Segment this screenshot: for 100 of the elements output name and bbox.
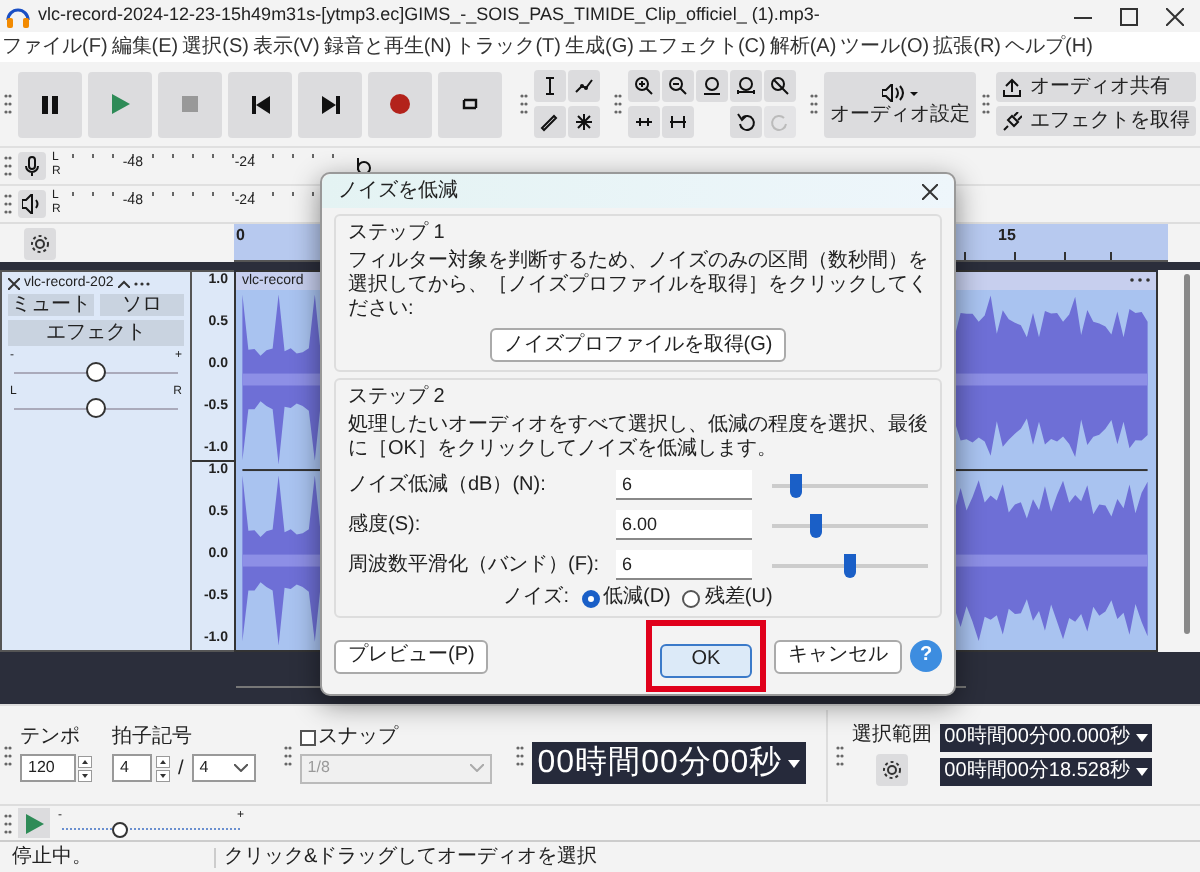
time-display[interactable]: 00時間00分00秒 <box>531 742 807 784</box>
record-button[interactable] <box>368 71 432 137</box>
caret-icon <box>1136 768 1149 776</box>
slider-track[interactable] <box>14 398 178 418</box>
preview-button[interactable]: プレビュー(P) <box>334 639 489 673</box>
menu-item[interactable]: 生成(G) <box>564 37 634 57</box>
pause-button[interactable] <box>18 71 82 137</box>
caret-icon <box>788 759 801 767</box>
gear-icon[interactable] <box>30 233 50 253</box>
skip-to-start-button[interactable] <box>228 71 292 137</box>
radio-button[interactable] <box>581 589 599 607</box>
mute-button[interactable]: ミュート <box>8 294 93 316</box>
audio-setup-button[interactable]: オーディオ設定 <box>824 71 976 137</box>
chevron-down-icon <box>233 764 248 772</box>
slider-thumb[interactable] <box>86 398 106 418</box>
selection-time-field[interactable]: 00時間00分18.528秒 <box>940 758 1153 786</box>
collapse-caret-icon[interactable] <box>117 279 130 287</box>
slider-track[interactable] <box>14 362 178 382</box>
get-effects-button[interactable]: エフェクトを取得 <box>996 106 1196 136</box>
selection-time-field[interactable]: 00時間00分00.000秒 <box>940 724 1153 752</box>
menu-item[interactable]: トラック(T) <box>455 37 561 57</box>
grip-handle-icon[interactable] <box>982 94 990 114</box>
menu-item[interactable]: 録音と再生(N) <box>323 37 452 57</box>
grip-handle-icon[interactable] <box>515 745 524 765</box>
grip-handle-icon[interactable] <box>4 94 12 114</box>
grip-handle-icon[interactable] <box>519 94 528 114</box>
microphone-icon[interactable] <box>22 156 42 176</box>
slider-thumb[interactable] <box>112 821 129 837</box>
cancel-button[interactable]: キャンセル <box>774 639 902 673</box>
zoom-out-button[interactable] <box>661 70 694 102</box>
menu-item[interactable]: ファイル(F) <box>2 37 108 57</box>
grip-handle-icon[interactable] <box>810 94 818 114</box>
envelope-tool-button[interactable] <box>567 70 600 102</box>
grip-handle-icon[interactable] <box>4 156 12 176</box>
fit-selection-button[interactable] <box>695 70 728 102</box>
selection-tool-button[interactable] <box>533 70 566 102</box>
effects-button[interactable]: エフェクト <box>8 320 184 346</box>
grip-handle-icon[interactable] <box>283 745 292 765</box>
more-icon[interactable] <box>1130 278 1150 283</box>
spin-up-icon[interactable] <box>156 755 170 767</box>
menu-item[interactable]: 表示(V) <box>252 37 320 57</box>
slider-thumb[interactable] <box>809 513 822 537</box>
close-icon[interactable] <box>8 277 20 289</box>
speaker-icon[interactable] <box>22 194 42 214</box>
menu-item[interactable]: 解析(A) <box>769 37 837 57</box>
undo-button[interactable] <box>730 106 763 138</box>
grip-handle-icon[interactable] <box>4 813 12 833</box>
menu-item[interactable]: ヘルプ(H) <box>1005 37 1093 57</box>
caret-icon <box>1136 734 1149 742</box>
grip-handle-icon[interactable] <box>613 94 622 114</box>
spin-down-icon[interactable] <box>78 769 92 781</box>
parameter-field[interactable]: 6.00 <box>616 510 752 540</box>
parameter-slider[interactable] <box>772 513 928 537</box>
zoom-toggle-button[interactable] <box>764 70 797 102</box>
menu-item[interactable]: ツール(O) <box>840 37 930 57</box>
menu-item[interactable]: 編集(E) <box>111 37 179 57</box>
parameter-field[interactable]: 6 <box>616 550 752 580</box>
radio-button[interactable] <box>682 589 701 607</box>
ok-button[interactable]: OK <box>660 643 752 677</box>
slider-thumb[interactable] <box>844 553 856 577</box>
skip-to-end-button[interactable] <box>298 71 362 137</box>
multi-tool-button[interactable] <box>567 106 600 138</box>
snap-checkbox[interactable] <box>299 729 316 745</box>
vertical-scrollbar[interactable] <box>1184 274 1190 634</box>
grip-handle-icon[interactable] <box>4 745 12 765</box>
beats-field[interactable]: 4 <box>112 754 152 782</box>
speed-slider[interactable] <box>62 821 240 837</box>
zoom-in-button[interactable] <box>627 70 660 102</box>
get-noise-profile-button[interactable]: ノイズプロファイルを取得(G) <box>489 328 787 362</box>
menu-item[interactable]: エフェクト(C) <box>637 37 766 57</box>
spin-up-icon[interactable] <box>78 755 92 767</box>
slider-thumb[interactable] <box>86 362 106 382</box>
status-hint: クリック&ドラッグしてオーディオを選択 <box>222 847 598 867</box>
spin-down-icon[interactable] <box>156 769 170 781</box>
parameter-slider[interactable] <box>772 473 928 497</box>
plug-icon <box>1002 111 1022 131</box>
upload-icon <box>1002 77 1022 97</box>
headphones-icon <box>6 5 30 27</box>
grip-handle-icon[interactable] <box>4 194 12 214</box>
zoom-in-icon <box>633 76 654 96</box>
undo-icon <box>736 112 757 132</box>
trim-button[interactable] <box>627 106 660 138</box>
parameter-field[interactable]: 6 <box>616 470 752 500</box>
maximize-icon[interactable] <box>1120 7 1138 25</box>
fit-project-button[interactable] <box>730 70 763 102</box>
menu-item[interactable]: 選択(S) <box>182 37 249 57</box>
silence-button[interactable] <box>661 106 694 138</box>
slider-thumb[interactable] <box>790 473 803 497</box>
share-audio-button[interactable]: オーディオ共有 <box>996 72 1196 102</box>
grip-handle-icon[interactable] <box>836 745 845 765</box>
menu-item[interactable]: 拡張(R) <box>933 37 1002 57</box>
play-icon[interactable] <box>25 813 43 833</box>
solo-button[interactable]: ソロ <box>99 294 184 316</box>
parameter-slider[interactable] <box>772 553 928 577</box>
close-icon[interactable] <box>1166 7 1184 25</box>
draw-tool-button[interactable] <box>533 106 566 138</box>
tempo-field[interactable]: 120 <box>20 754 76 782</box>
close-icon[interactable] <box>922 183 938 199</box>
gear-icon[interactable] <box>882 759 903 779</box>
beat-unit-dropdown[interactable]: 4 <box>191 754 256 782</box>
